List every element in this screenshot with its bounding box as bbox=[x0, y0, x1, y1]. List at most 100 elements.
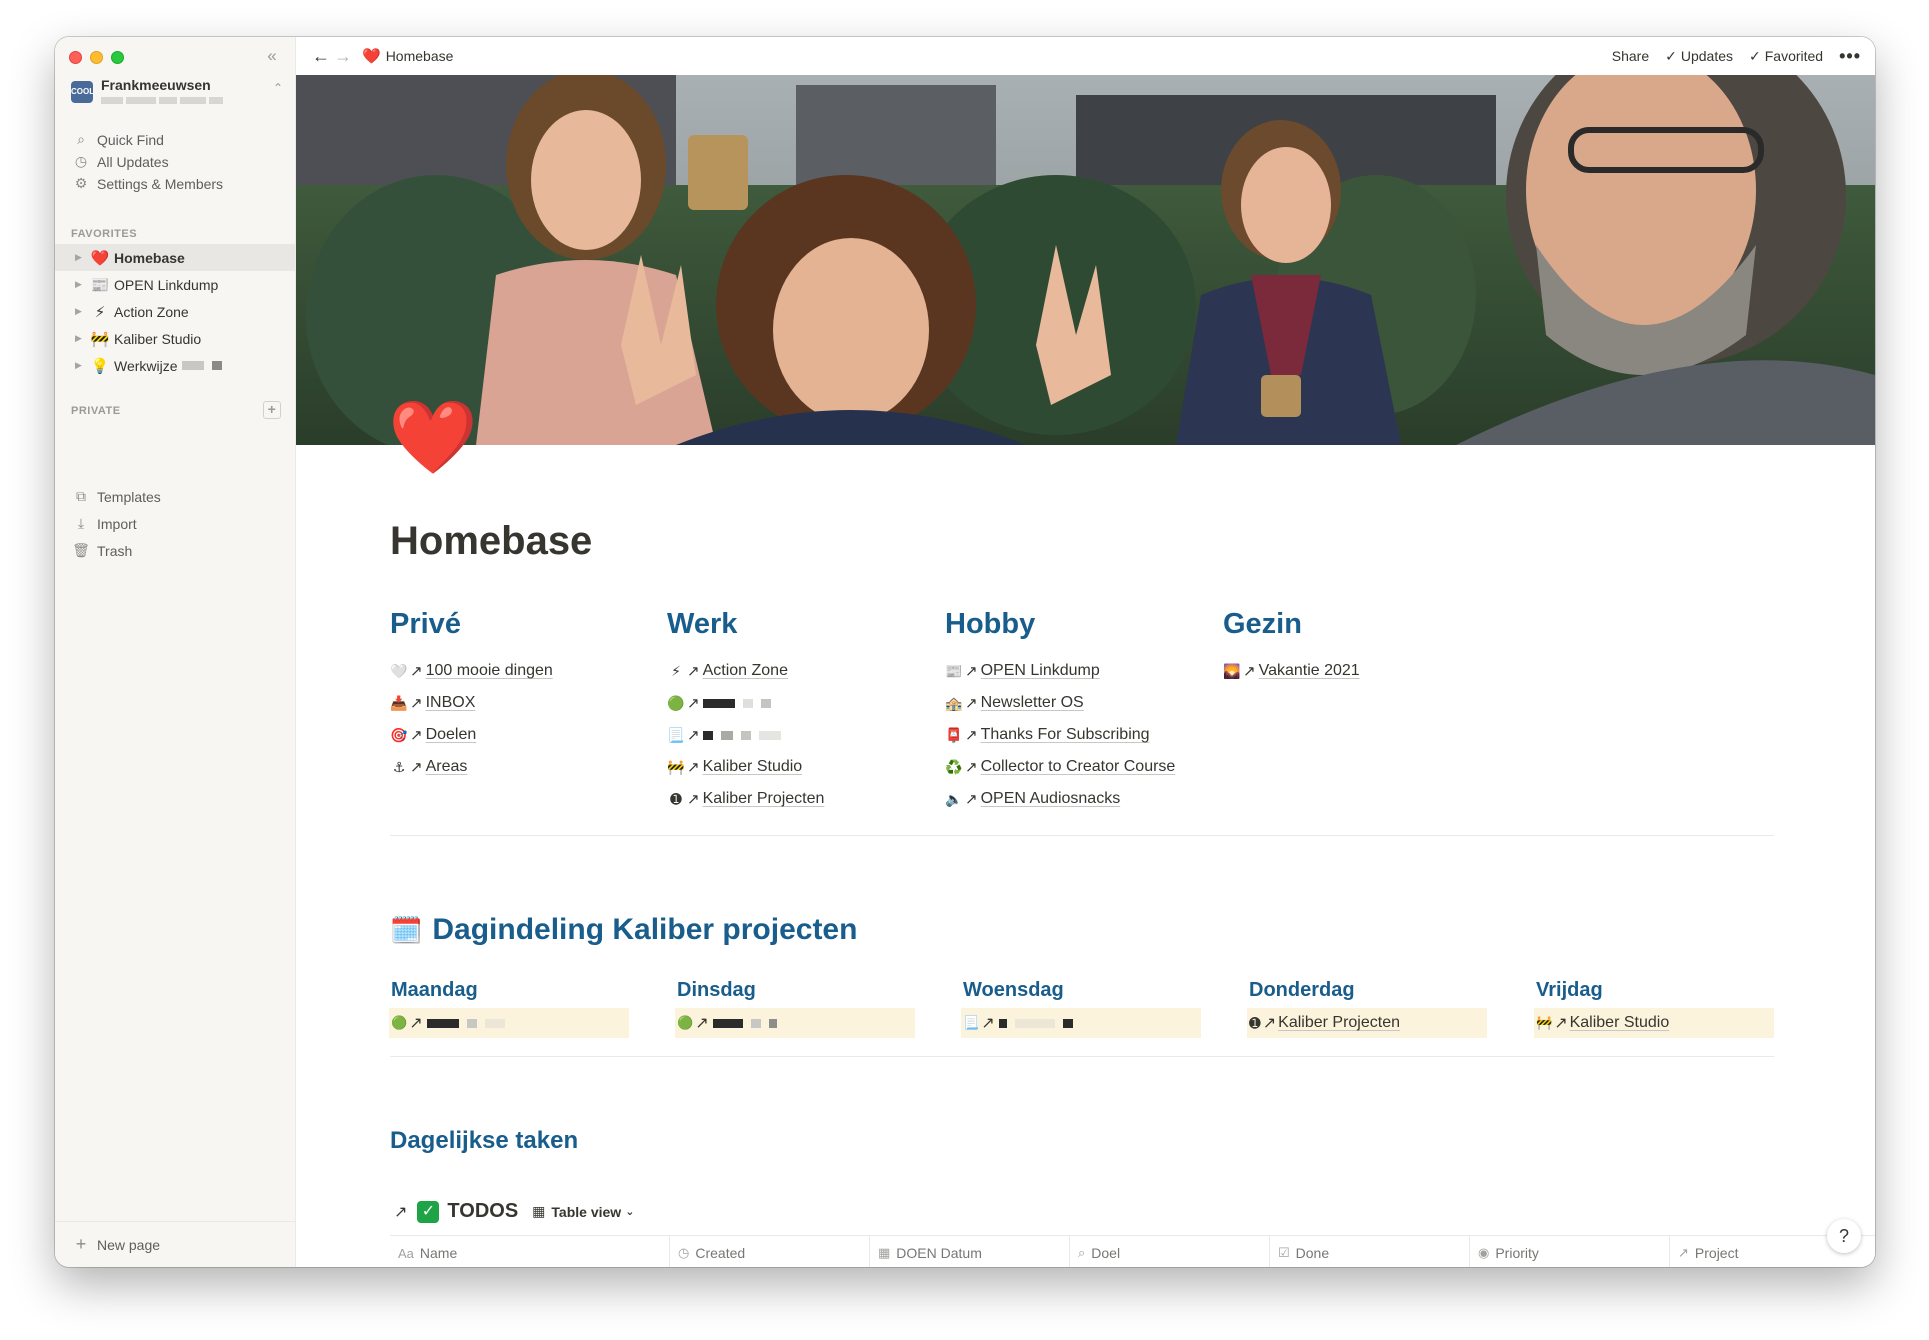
lightbulb-icon: 💡 bbox=[90, 357, 110, 375]
updates-button[interactable]: ✓ Updates bbox=[1665, 48, 1733, 65]
sidebar-item-homebase[interactable]: ▶ ❤️ Homebase bbox=[55, 244, 295, 271]
link-arrow-icon: ↗ bbox=[687, 791, 700, 808]
link-label: Newsletter OS bbox=[980, 694, 1084, 711]
page-title[interactable]: Homebase bbox=[390, 519, 592, 564]
breadcrumb[interactable]: ❤️ Homebase bbox=[362, 47, 453, 65]
page-link[interactable]: ♻️ ↗ Collector to Creator Course bbox=[945, 751, 1245, 783]
link-arrow-icon: ↗ bbox=[410, 663, 423, 680]
page-link[interactable]: 📃 ↗ bbox=[667, 719, 967, 751]
link-label: INBOX bbox=[425, 694, 476, 711]
expand-toggle-icon[interactable]: ▶ bbox=[75, 306, 89, 317]
link-arrow-icon: ↗ bbox=[981, 1015, 995, 1032]
newspaper-icon: 📰 bbox=[945, 662, 963, 679]
collapse-sidebar-icon[interactable]: « bbox=[261, 45, 283, 67]
day-link[interactable]: 🟢 ↗ bbox=[389, 1008, 629, 1038]
help-button[interactable]: ? bbox=[1827, 1219, 1861, 1253]
link-label: Kaliber Projecten bbox=[702, 790, 825, 807]
forward-arrow-icon[interactable]: → bbox=[332, 46, 354, 67]
day-link[interactable]: 📃 ↗ bbox=[961, 1008, 1201, 1038]
cover-image[interactable] bbox=[296, 75, 1875, 445]
minimize-window-button[interactable] bbox=[90, 51, 103, 64]
page-link[interactable]: 🌄 ↗ Vakantie 2021 bbox=[1223, 655, 1523, 687]
column-label: DOEN Datum bbox=[896, 1245, 982, 1261]
page-link[interactable]: ⚓ ↗ Areas bbox=[390, 751, 690, 783]
column-header-doel[interactable]: ⌕ Doel bbox=[1070, 1236, 1270, 1267]
page-link[interactable]: 🚧 ↗ Kaliber Studio bbox=[667, 751, 967, 783]
close-window-button[interactable] bbox=[69, 51, 82, 64]
expand-toggle-icon[interactable]: ▶ bbox=[75, 360, 89, 371]
day-link[interactable]: 🚧 ↗ Kaliber Studio bbox=[1534, 1008, 1774, 1038]
favorited-button[interactable]: ✓ Favorited bbox=[1749, 48, 1823, 65]
day-dinsdag: Dinsdag 🟢 ↗ bbox=[675, 979, 915, 1038]
page-link[interactable]: 🏤 ↗ Newsletter OS bbox=[945, 687, 1245, 719]
import-icon: ⤓ bbox=[77, 515, 85, 531]
page-link[interactable]: ⚡ ↗ Action Zone bbox=[667, 655, 967, 687]
column-header-name[interactable]: Aa Name bbox=[390, 1236, 670, 1267]
sidebar-item-label: OPEN Linkdump bbox=[114, 276, 219, 293]
column-label: Name bbox=[419, 1245, 458, 1261]
relation-icon: ↗ bbox=[1678, 1245, 1689, 1260]
page-link[interactable]: 🔈 ↗ OPEN Audiosnacks bbox=[945, 783, 1245, 815]
sidebar-item-label: Homebase bbox=[114, 249, 185, 266]
add-private-page-button[interactable]: + bbox=[263, 401, 281, 419]
link-label: OPEN Linkdump bbox=[980, 662, 1100, 679]
link-arrow-icon: ↗ bbox=[410, 727, 423, 744]
nav-templates[interactable]: ⧉ Templates bbox=[55, 483, 295, 510]
link-arrow-icon: ↗ bbox=[965, 759, 978, 776]
link-label: Action Zone bbox=[702, 662, 788, 679]
link-arrow-icon: ↗ bbox=[687, 727, 700, 744]
link-arrow-icon: ↗ bbox=[687, 759, 700, 776]
more-options-icon[interactable]: ••• bbox=[1839, 46, 1861, 67]
column-hobby: Hobby 📰 ↗ OPEN Linkdump 🏤 ↗ Newsletter OS 📮 ↗… bbox=[945, 608, 1245, 815]
nav-label: Quick Find bbox=[97, 131, 164, 148]
link-label: 100 mooie dingen bbox=[425, 662, 553, 679]
column-header-priority[interactable]: ◉ Priority bbox=[1470, 1236, 1670, 1267]
maximize-window-button[interactable] bbox=[111, 51, 124, 64]
link-arrow-icon: ↗ bbox=[965, 791, 978, 808]
share-button[interactable]: Share bbox=[1612, 48, 1649, 64]
nav-settings[interactable]: ⚙ Settings & Members bbox=[55, 170, 295, 197]
day-heading: Woensdag bbox=[963, 979, 1064, 1001]
newspaper-icon: 📰 bbox=[90, 276, 110, 294]
redacted-text bbox=[712, 1018, 743, 1028]
column-gezin: Gezin 🌄 ↗ Vakantie 2021 bbox=[1223, 608, 1523, 687]
document-icon: 📃 bbox=[963, 1015, 980, 1030]
link-label: Collector to Creator Course bbox=[980, 758, 1176, 775]
page-link[interactable]: ➊ ↗ Kaliber Projecten bbox=[667, 783, 967, 815]
post-office-icon: 🏤 bbox=[945, 694, 963, 711]
divider bbox=[390, 1056, 1774, 1057]
column-header-created[interactable]: ◷ Created bbox=[670, 1236, 870, 1267]
page-link[interactable]: 🟢 ↗ bbox=[667, 687, 967, 719]
todos-title[interactable]: TODOS bbox=[447, 1200, 518, 1223]
back-arrow-icon[interactable]: ← bbox=[310, 46, 332, 67]
nav-label: Import bbox=[97, 515, 137, 532]
expand-toggle-icon[interactable]: ▶ bbox=[75, 333, 89, 344]
column-header-doen-datum[interactable]: ▦ DOEN Datum bbox=[870, 1236, 1070, 1267]
expand-toggle-icon[interactable]: ▶ bbox=[75, 279, 89, 290]
page-link[interactable]: 🤍 ↗ 100 mooie dingen bbox=[390, 655, 690, 687]
expand-toggle-icon[interactable]: ▶ bbox=[75, 252, 89, 263]
page-link[interactable]: 📮 ↗ Thanks For Subscribing bbox=[945, 719, 1245, 751]
nav-trash[interactable]: 🗑 Trash bbox=[55, 537, 295, 564]
sidebar-item-werkwijze[interactable]: ▶ 💡 Werkwijze bbox=[55, 352, 295, 379]
redacted-text bbox=[211, 361, 222, 370]
sidebar-item-open-linkdump[interactable]: ▶ 📰 OPEN Linkdump bbox=[55, 271, 295, 298]
day-link[interactable]: 🟢 ↗ bbox=[675, 1008, 915, 1038]
table-view-dropdown[interactable]: ▦ Table view ⌄ bbox=[532, 1203, 634, 1220]
workspace-email-redacted bbox=[101, 97, 273, 104]
page-link[interactable]: 📰 ↗ OPEN Linkdump bbox=[945, 655, 1245, 687]
page-heart-icon[interactable]: ❤️ bbox=[388, 402, 478, 474]
page-link[interactable]: 🎯 ↗ Doelen bbox=[390, 719, 690, 751]
nav-import[interactable]: ⤓ Import bbox=[55, 510, 295, 537]
workspace-switcher[interactable]: COOL Frankmeeuwsen ⌃ bbox=[71, 77, 283, 117]
column-header-done[interactable]: ☑ Done bbox=[1270, 1236, 1470, 1267]
day-link[interactable]: ➊ ↗ Kaliber Projecten bbox=[1247, 1008, 1487, 1038]
new-page-button[interactable]: + New page bbox=[55, 1221, 295, 1267]
divider bbox=[390, 835, 1774, 836]
link-arrow-icon[interactable]: ↗ bbox=[394, 1202, 407, 1222]
daily-tasks-heading: Dagelijkse taken bbox=[390, 1127, 579, 1154]
page-link[interactable]: 📥 ↗ INBOX bbox=[390, 687, 690, 719]
schedule-heading: 🗓️ Dagindeling Kaliber projecten bbox=[390, 913, 857, 947]
sidebar-item-kaliber-studio[interactable]: ▶ 🚧 Kaliber Studio bbox=[55, 325, 295, 352]
sidebar-item-action-zone[interactable]: ▶ ⚡ Action Zone bbox=[55, 298, 295, 325]
